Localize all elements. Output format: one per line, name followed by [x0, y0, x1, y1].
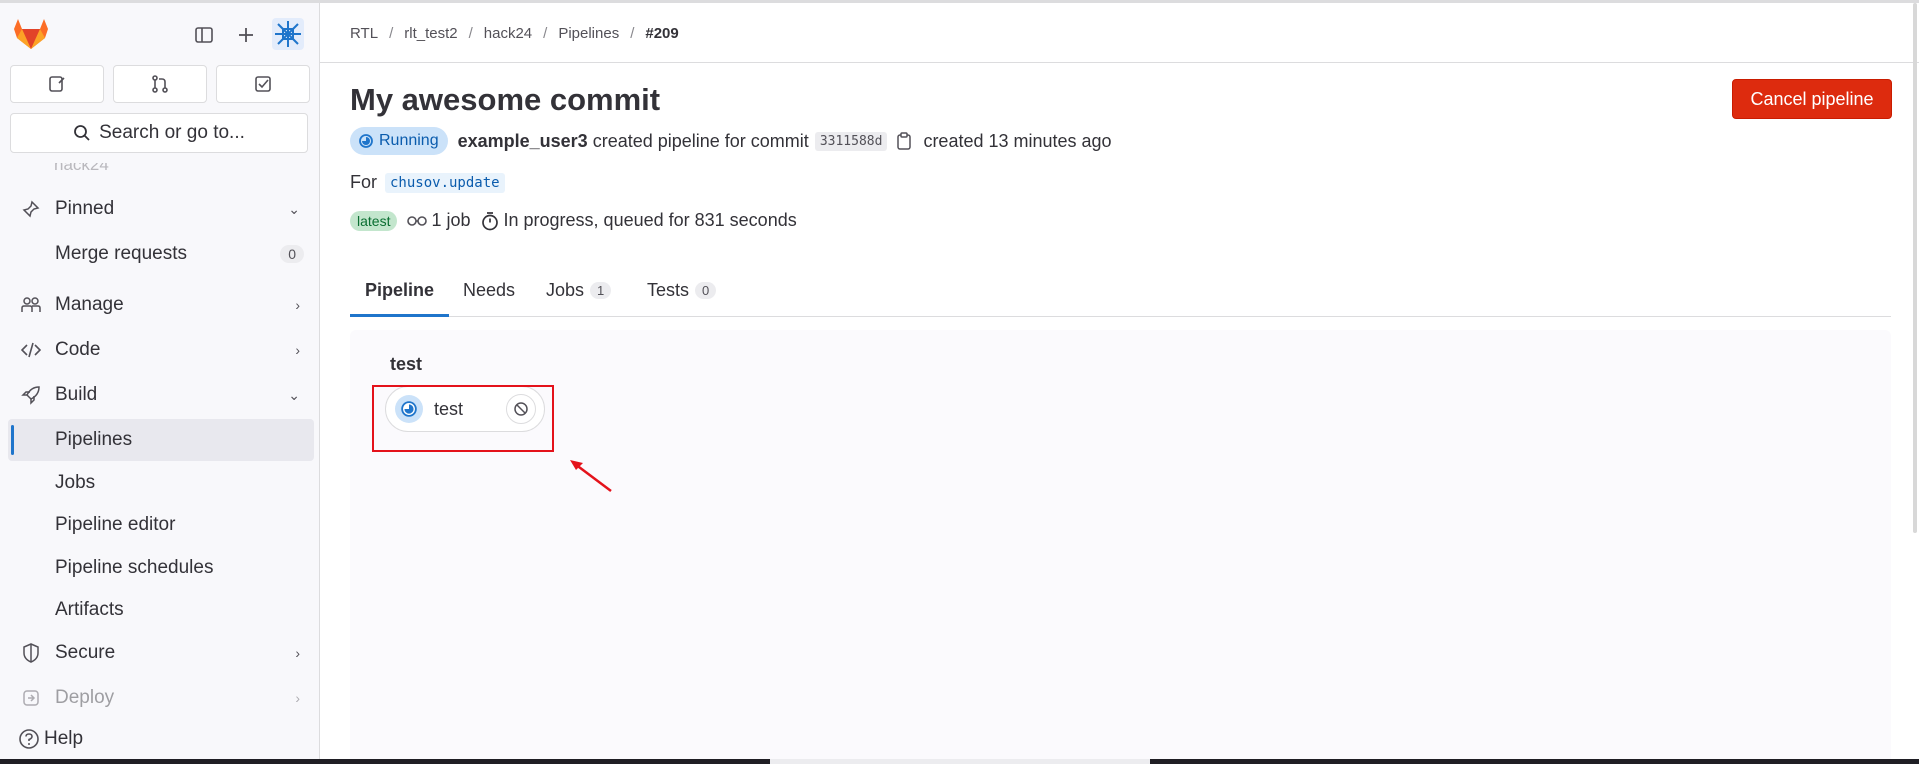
jobs-count: 1 job	[431, 210, 471, 230]
breadcrumb-item[interactable]: hack24	[484, 25, 532, 42]
stage-title: test	[390, 354, 423, 374]
annotation-arrow-icon	[570, 460, 612, 492]
rocket-icon	[20, 384, 42, 406]
chevron-right-icon: ›	[295, 690, 300, 706]
sidebar-item-pipeline-editor[interactable]: Pipeline editor	[8, 504, 314, 546]
breadcrumb-separator: /	[543, 25, 548, 42]
toggle-sidebar-icon[interactable]	[190, 21, 218, 49]
status-label: Running	[379, 132, 439, 149]
running-status-icon	[359, 134, 373, 148]
bottom-scrollbar	[0, 759, 1919, 764]
todo-icon	[255, 76, 271, 92]
shield-icon	[20, 642, 42, 664]
sidebar-item-pipelines[interactable]: Pipelines	[8, 419, 314, 461]
issues-button[interactable]	[10, 65, 104, 103]
page-title: My awesome commit	[350, 82, 661, 117]
header-divider	[320, 62, 1919, 63]
created-text: created pipeline for commit	[592, 130, 809, 151]
active-tab-indicator	[350, 314, 449, 317]
pipeline-info-row: latest 1 job In progress, queued for 831…	[350, 210, 797, 231]
tab-tests[interactable]: Tests 0	[647, 275, 717, 305]
sidebar-item-manage[interactable]: Manage ›	[8, 284, 314, 326]
tests-tab-count: 0	[695, 281, 717, 299]
help-button[interactable]: Help	[18, 728, 83, 750]
vertical-scrollbar[interactable]	[1913, 3, 1917, 533]
sidebar-item-build[interactable]: Build ⌄	[8, 374, 314, 416]
gitlab-logo-icon[interactable]	[13, 17, 49, 51]
breadcrumb-separator: /	[468, 25, 473, 42]
deploy-icon	[20, 687, 42, 709]
help-icon	[19, 729, 39, 749]
users-icon	[20, 294, 42, 316]
merge-request-icon	[152, 75, 168, 93]
cancel-pipeline-button[interactable]: Cancel pipeline	[1732, 79, 1892, 119]
horizontal-scroll-thumb[interactable]	[770, 759, 1150, 764]
annotation-highlight-box	[372, 385, 554, 452]
status-badge[interactable]: Running	[350, 127, 448, 155]
tab-needs[interactable]: Needs	[463, 275, 515, 305]
breadcrumb-item[interactable]: RTL	[350, 25, 378, 42]
pipeline-ref-row: For chusov.update	[350, 172, 505, 193]
sidebar-item-artifacts[interactable]: Artifacts	[8, 589, 314, 631]
breadcrumb-separator: /	[389, 25, 394, 42]
copy-sha-icon[interactable]	[895, 131, 913, 151]
search-button[interactable]: Search or go to...	[10, 113, 308, 153]
help-label: Help	[44, 728, 84, 749]
pipeline-graph: test test	[350, 330, 1891, 764]
chevron-down-icon: ⌄	[288, 200, 300, 217]
issues-icon	[49, 76, 65, 92]
pipeline-tabs: Pipeline Needs Jobs 1 Tests 0	[350, 261, 1891, 317]
user-avatar[interactable]	[272, 18, 304, 50]
breadcrumb-separator: /	[630, 25, 635, 42]
search-label: Search or go to...	[99, 122, 245, 143]
merge-requests-count: 0	[280, 245, 304, 263]
jobs-tab-count: 1	[590, 281, 612, 299]
main-content: RTL / rlt_test2 / hack24 / Pipelines / #…	[320, 3, 1919, 764]
sidebar-item-secure[interactable]: Secure ›	[8, 632, 314, 674]
commit-sha-link[interactable]: 3311588d	[814, 131, 888, 151]
ref-link[interactable]: chusov.update	[385, 172, 505, 193]
created-ago: created 13 minutes ago	[923, 130, 1112, 151]
code-icon	[20, 339, 42, 361]
pipeline-meta: Running example_user3 created pipeline f…	[350, 127, 1112, 155]
duration-text: In progress, queued for 831 seconds	[503, 210, 797, 230]
sidebar-item-pipeline-schedules[interactable]: Pipeline schedules	[8, 547, 314, 589]
chevron-down-icon: ⌄	[288, 386, 300, 403]
sidebar-item-project-cut[interactable]: hack24	[54, 163, 109, 175]
merge-requests-button[interactable]	[113, 65, 207, 103]
search-icon	[74, 125, 90, 141]
breadcrumb-item[interactable]: Pipelines	[558, 25, 619, 42]
sidebar: Search or go to... hack24 Pinned ⌄ Merge…	[0, 3, 320, 761]
jobs-icon	[407, 214, 428, 228]
tab-jobs[interactable]: Jobs 1	[546, 275, 612, 305]
pin-icon	[20, 198, 42, 220]
sidebar-nav: hack24 Pinned ⌄ Merge requests 0 Manage …	[0, 163, 319, 713]
sidebar-item-pinned[interactable]: Pinned ⌄	[8, 188, 314, 230]
chevron-right-icon: ›	[295, 297, 300, 313]
latest-badge: latest	[350, 210, 398, 231]
pipeline-user-link[interactable]: example_user3	[458, 131, 588, 152]
quick-actions	[10, 65, 310, 103]
chevron-right-icon: ›	[295, 645, 300, 661]
timer-icon	[481, 211, 499, 231]
chevron-right-icon: ›	[295, 342, 300, 358]
sidebar-item-merge-requests[interactable]: Merge requests 0	[8, 233, 314, 275]
breadcrumb-item[interactable]: rlt_test2	[404, 25, 457, 42]
sidebar-header: Search or go to...	[0, 3, 319, 163]
breadcrumb: RTL / rlt_test2 / hack24 / Pipelines / #…	[350, 25, 679, 42]
sidebar-item-code[interactable]: Code ›	[8, 329, 314, 371]
for-label: For	[350, 172, 377, 192]
tab-pipeline[interactable]: Pipeline	[365, 275, 434, 305]
sidebar-item-deploy[interactable]: Deploy ›	[8, 677, 314, 713]
plus-icon[interactable]	[232, 21, 260, 49]
todos-button[interactable]	[216, 65, 310, 103]
app: Search or go to... hack24 Pinned ⌄ Merge…	[0, 3, 1919, 764]
sidebar-item-jobs[interactable]: Jobs	[8, 462, 314, 504]
breadcrumb-current[interactable]: #209	[645, 25, 678, 42]
